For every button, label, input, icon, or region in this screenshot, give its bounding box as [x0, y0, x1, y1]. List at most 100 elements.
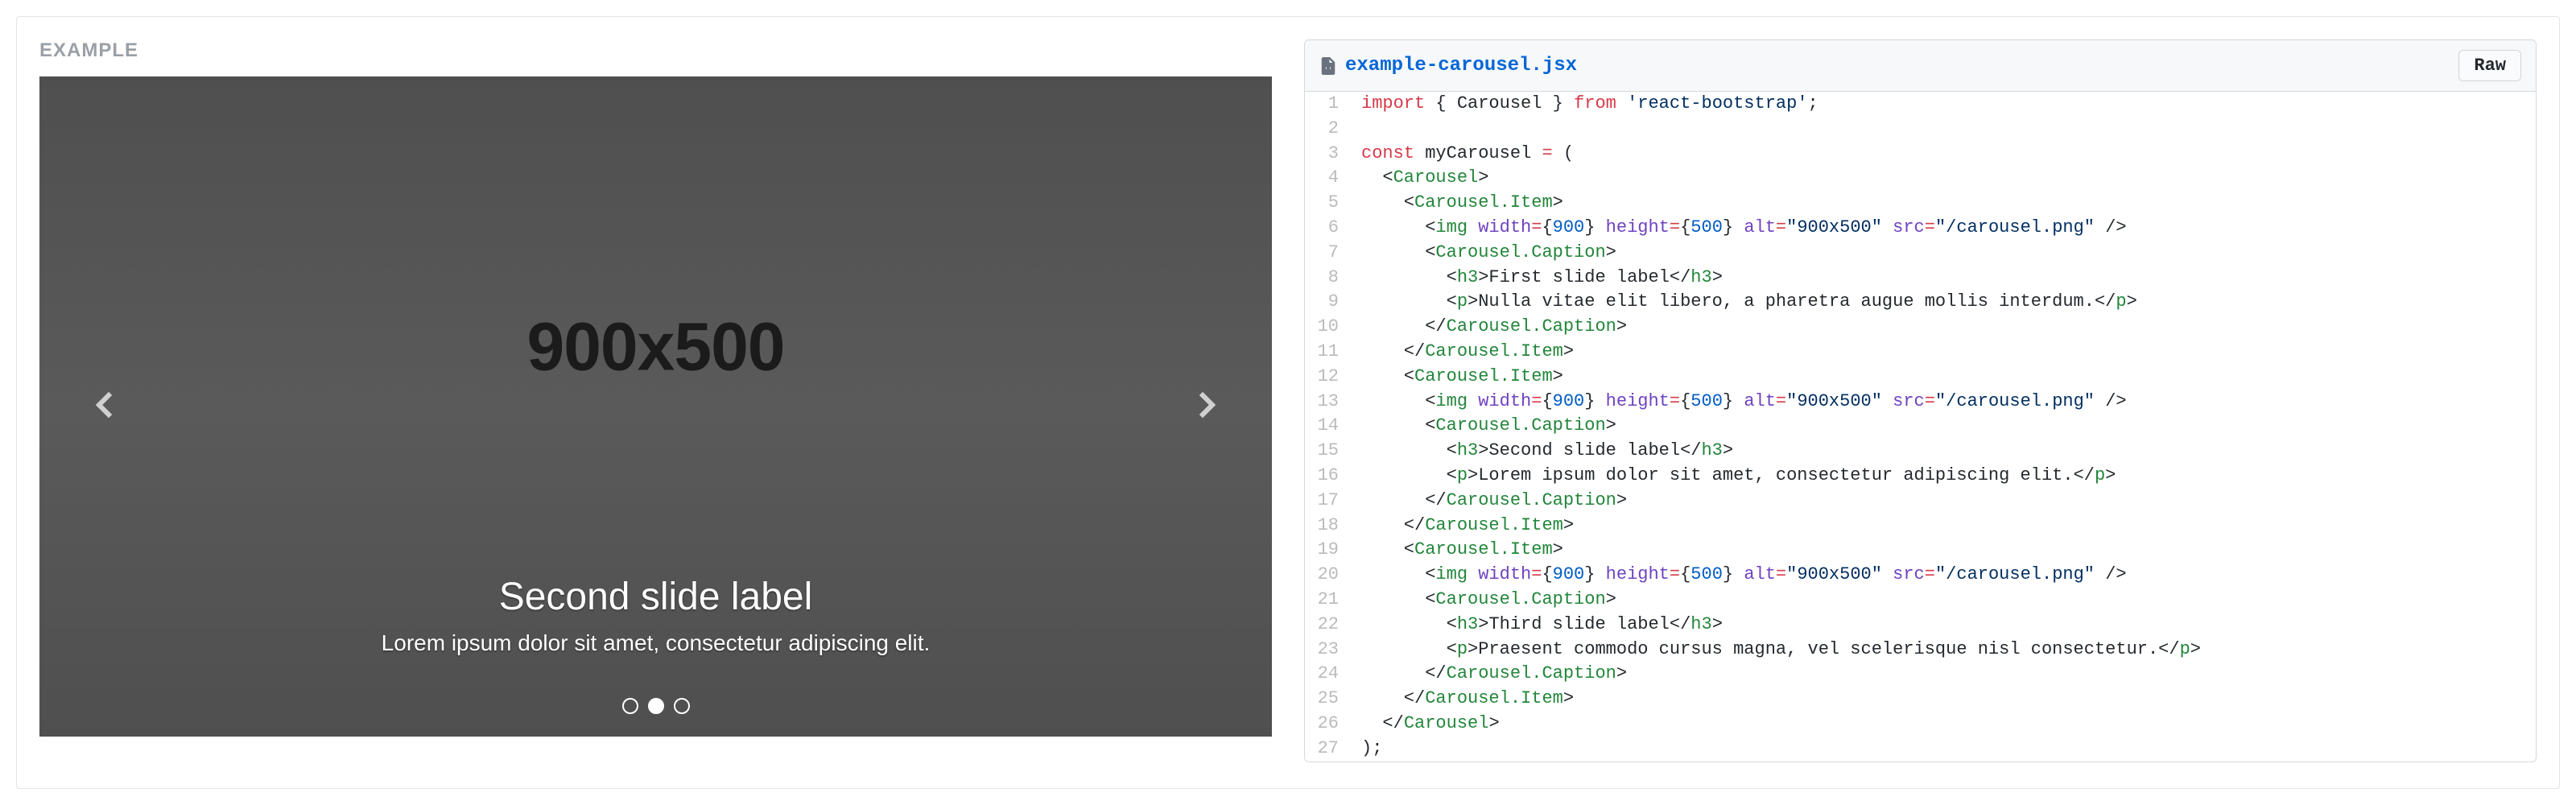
- line-number: 26: [1305, 712, 1350, 737]
- carousel-prev-button[interactable]: [80, 382, 128, 431]
- carousel: 900x500 Second slide label Lorem ipsum d…: [39, 76, 1272, 737]
- code-line: 20 <img width={900} height={500} alt="90…: [1305, 563, 2536, 588]
- code-line: 1import { Carousel } from 'react-bootstr…: [1305, 92, 2536, 117]
- line-number: 4: [1305, 166, 1350, 191]
- code-line: 5 <Carousel.Item>: [1305, 191, 2536, 216]
- code-line: 24 </Carousel.Caption>: [1305, 662, 2536, 687]
- code-line: 7 <Carousel.Caption>: [1305, 241, 2536, 266]
- line-content: <img width={900} height={500} alt="900x5…: [1350, 390, 2127, 415]
- code-line: 8 <h3>First slide label</h3>: [1305, 266, 2536, 291]
- example-panel: EXAMPLE 900x500 Second slide label Lorem…: [16, 16, 2560, 789]
- line-content: </Carousel.Item>: [1350, 687, 1574, 712]
- raw-button[interactable]: Raw: [2458, 50, 2521, 81]
- code-filename-link[interactable]: example-carousel.jsx: [1345, 55, 1577, 76]
- line-content: </Carousel.Caption>: [1350, 489, 1627, 514]
- code-header: example-carousel.jsx Raw: [1305, 40, 2536, 92]
- line-number: 9: [1305, 290, 1350, 315]
- code-line: 4 <Carousel>: [1305, 166, 2536, 191]
- code-line: 16 <p>Lorem ipsum dolor sit amet, consec…: [1305, 464, 2536, 489]
- line-number: 23: [1305, 638, 1350, 663]
- line-content: <h3>Second slide label</h3>: [1350, 439, 1733, 464]
- code-line: 18 </Carousel.Item>: [1305, 514, 2536, 539]
- carousel-caption-title: Second slide label: [39, 575, 1272, 619]
- line-content: </Carousel.Item>: [1350, 514, 1574, 539]
- line-content: <Carousel.Item>: [1350, 191, 1563, 216]
- line-number: 19: [1305, 538, 1350, 563]
- line-content: <img width={900} height={500} alt="900x5…: [1350, 563, 2127, 588]
- code-line: 3const myCarousel = (: [1305, 142, 2536, 167]
- line-content: <h3>Third slide label</h3>: [1350, 613, 1723, 638]
- line-number: 18: [1305, 514, 1350, 539]
- line-content: </Carousel.Caption>: [1350, 315, 1627, 340]
- line-content: const myCarousel = (: [1350, 142, 1574, 167]
- code-file-icon: [1319, 57, 1337, 75]
- carousel-next-button[interactable]: [1183, 382, 1232, 431]
- line-number: 1: [1305, 92, 1350, 117]
- code-line: 13 <img width={900} height={500} alt="90…: [1305, 390, 2536, 415]
- carousel-indicator-dot[interactable]: [674, 698, 690, 714]
- code-line: 2: [1305, 117, 2536, 142]
- line-number: 3: [1305, 142, 1350, 167]
- example-label: EXAMPLE: [39, 39, 1272, 62]
- carousel-indicator-dot[interactable]: [622, 698, 638, 714]
- line-number: 6: [1305, 216, 1350, 241]
- line-content: <h3>First slide label</h3>: [1350, 266, 1723, 291]
- code-line: 22 <h3>Third slide label</h3>: [1305, 613, 2536, 638]
- code-line: 14 <Carousel.Caption>: [1305, 414, 2536, 439]
- example-preview-column: EXAMPLE 900x500 Second slide label Lorem…: [39, 39, 1272, 766]
- line-number: 24: [1305, 662, 1350, 687]
- code-line: 25 </Carousel.Item>: [1305, 687, 2536, 712]
- carousel-indicators: [39, 698, 1272, 714]
- line-content: </Carousel.Item>: [1350, 340, 1574, 365]
- line-number: 8: [1305, 266, 1350, 291]
- chevron-right-icon: [1193, 386, 1222, 428]
- code-panel: example-carousel.jsx Raw 1import { Carou…: [1304, 39, 2537, 762]
- line-content: <p>Praesent commodo cursus magna, vel sc…: [1350, 638, 2201, 663]
- line-number: 17: [1305, 489, 1350, 514]
- code-body: 1import { Carousel } from 'react-bootstr…: [1305, 92, 2536, 762]
- code-line: 15 <h3>Second slide label</h3>: [1305, 439, 2536, 464]
- line-number: 13: [1305, 390, 1350, 415]
- line-content: import { Carousel } from 'react-bootstra…: [1350, 92, 1818, 117]
- carousel-caption-text: Lorem ipsum dolor sit amet, consectetur …: [39, 630, 1272, 656]
- code-line: 11 </Carousel.Item>: [1305, 340, 2536, 365]
- line-content: <Carousel.Caption>: [1350, 414, 1616, 439]
- code-column: example-carousel.jsx Raw 1import { Carou…: [1304, 39, 2537, 766]
- line-number: 21: [1305, 588, 1350, 613]
- line-content: </Carousel>: [1350, 712, 1500, 737]
- line-number: 11: [1305, 340, 1350, 365]
- line-number: 5: [1305, 191, 1350, 216]
- code-line: 26 </Carousel>: [1305, 712, 2536, 737]
- code-line: 6 <img width={900} height={500} alt="900…: [1305, 216, 2536, 241]
- code-line: 12 <Carousel.Item>: [1305, 365, 2536, 390]
- line-number: 27: [1305, 737, 1350, 762]
- line-content: <img width={900} height={500} alt="900x5…: [1350, 216, 2127, 241]
- code-line: 27);: [1305, 737, 2536, 762]
- line-content: <Carousel.Caption>: [1350, 588, 1616, 613]
- chevron-left-icon: [89, 386, 118, 428]
- line-content: [1350, 117, 1372, 142]
- line-content: <Carousel.Item>: [1350, 365, 1563, 390]
- carousel-indicator-dot[interactable]: [648, 698, 664, 714]
- line-number: 25: [1305, 687, 1350, 712]
- line-content: <Carousel.Caption>: [1350, 241, 1616, 266]
- line-content: <p>Nulla vitae elit libero, a pharetra a…: [1350, 290, 2137, 315]
- line-number: 20: [1305, 563, 1350, 588]
- carousel-caption: Second slide label Lorem ipsum dolor sit…: [39, 575, 1272, 656]
- line-number: 12: [1305, 365, 1350, 390]
- line-content: <p>Lorem ipsum dolor sit amet, consectet…: [1350, 464, 2116, 489]
- line-number: 14: [1305, 414, 1350, 439]
- line-content: <Carousel.Item>: [1350, 538, 1563, 563]
- code-line: 10 </Carousel.Caption>: [1305, 315, 2536, 340]
- line-number: 2: [1305, 117, 1350, 142]
- line-number: 7: [1305, 241, 1350, 266]
- code-line: 19 <Carousel.Item>: [1305, 538, 2536, 563]
- line-content: );: [1350, 737, 1382, 762]
- line-content: </Carousel.Caption>: [1350, 662, 1627, 687]
- carousel-slide-placeholder: 900x500: [526, 308, 784, 386]
- code-line: 9 <p>Nulla vitae elit libero, a pharetra…: [1305, 290, 2536, 315]
- line-number: 16: [1305, 464, 1350, 489]
- code-line: 21 <Carousel.Caption>: [1305, 588, 2536, 613]
- line-content: <Carousel>: [1350, 166, 1488, 191]
- code-line: 23 <p>Praesent commodo cursus magna, vel…: [1305, 638, 2536, 663]
